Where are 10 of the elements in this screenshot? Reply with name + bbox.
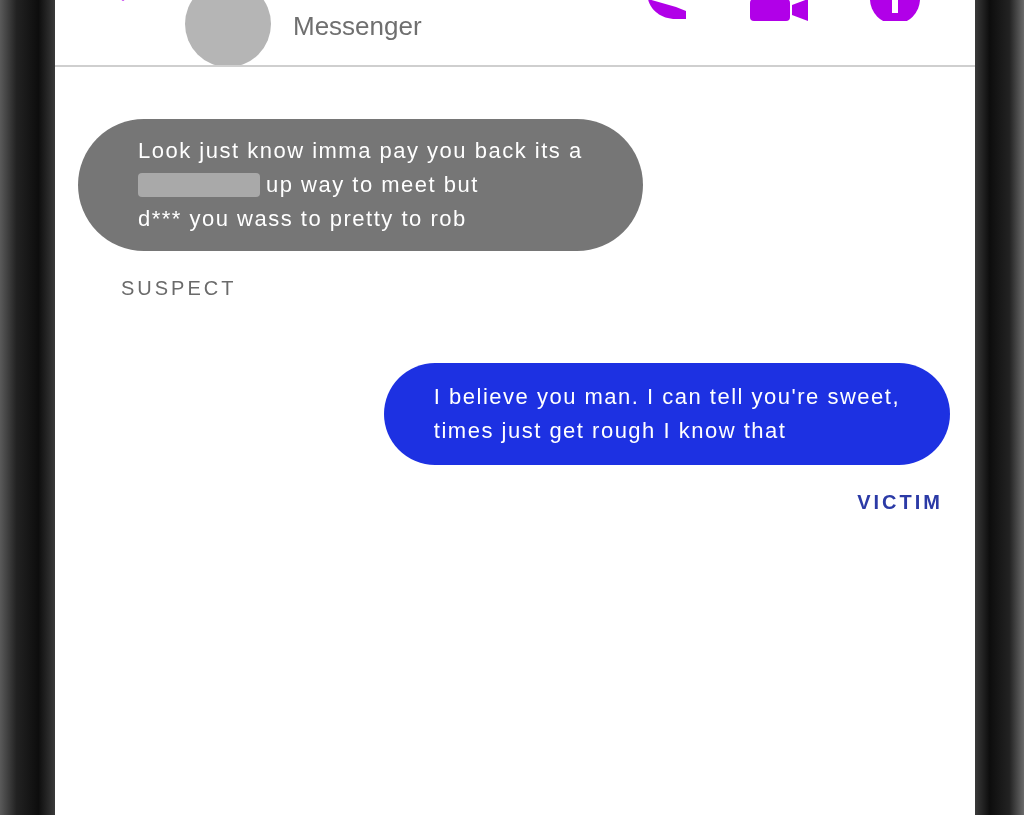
message-text: I believe you man. I can tell you're sweet,: [433, 383, 900, 411]
info-icon[interactable]: [870, 0, 920, 21]
message-text: Look just know imma pay you back its a: [138, 137, 583, 165]
video-camera-icon[interactable]: [750, 0, 810, 21]
message-text: up way to meet but: [266, 171, 479, 199]
sender-label: VICTIM: [857, 490, 943, 515]
message-text: times just get rough I know that: [433, 417, 787, 445]
sender-label: SUSPECT: [121, 276, 237, 301]
contact-subtitle: Messenger: [293, 11, 422, 41]
message-text: d*** you wass to pretty to rob: [138, 205, 467, 233]
